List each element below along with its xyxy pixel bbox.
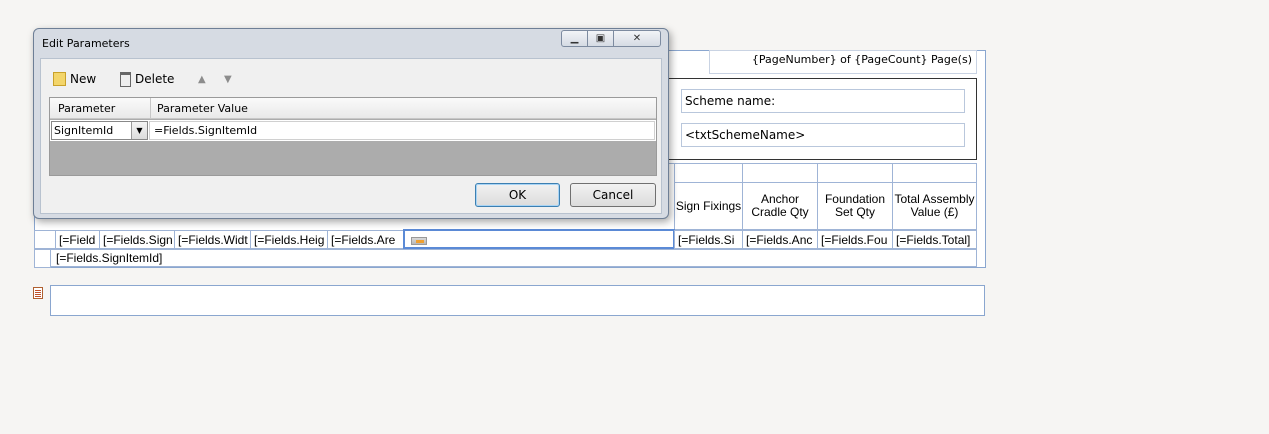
column-header-anchor-cradle-qty[interactable]: Anchor Cradle Qty — [742, 182, 818, 230]
table-cell[interactable]: [=Fields.Widt — [174, 230, 251, 249]
delete-icon — [120, 71, 131, 87]
table-group-header — [674, 163, 977, 183]
new-button-label: New — [70, 72, 97, 86]
cancel-button[interactable]: Cancel — [570, 183, 656, 207]
table-cell[interactable]: [=Fields.Are — [327, 230, 404, 249]
scheme-name-field[interactable]: <txtSchemeName> — [681, 123, 965, 147]
dropdown-button[interactable]: ▼ — [131, 122, 147, 139]
column-header-total-assembly-value[interactable]: Total Assembly Value (£) — [892, 182, 977, 230]
chevron-down-icon: ▼ — [136, 126, 143, 135]
grid-header: Parameter Parameter Value — [50, 98, 656, 119]
column-header-foundation-set-qty[interactable]: Foundation Set Qty — [817, 182, 893, 230]
table-cell[interactable]: [=Field — [55, 230, 100, 249]
new-button[interactable]: New — [53, 70, 96, 88]
col-divider — [817, 163, 818, 183]
dialog-body: New Delete ▲ ▼ Parameter Parameter Value… — [40, 58, 662, 214]
table-cell[interactable]: [=Fields.Sign — [99, 230, 175, 249]
maximize-icon: ▣ — [595, 33, 606, 44]
minimize-icon: ▁ — [570, 33, 579, 44]
close-button[interactable]: ✕ — [613, 30, 661, 47]
edit-parameters-dialog: Edit Parameters ▁ ▣ ✕ New Delete ▲ ▼ Par… — [33, 28, 669, 219]
parameter-value-input[interactable]: =Fields.SignItemId — [149, 121, 655, 140]
minimize-button[interactable]: ▁ — [561, 30, 588, 47]
table-cell[interactable]: [=Fields.Si — [674, 230, 743, 249]
grid-row[interactable]: SignItemId ▼ =Fields.SignItemId — [50, 120, 656, 141]
arrow-down-icon: ▼ — [224, 73, 232, 85]
delete-button-label: Delete — [135, 72, 175, 86]
dialog-titlebar[interactable]: Edit Parameters ▁ ▣ ✕ — [34, 29, 668, 55]
grid-header-parameter-value[interactable]: Parameter Value — [157, 102, 248, 115]
move-up-button[interactable]: ▲ — [198, 70, 206, 88]
table-cell[interactable]: [=Fields.Total] — [892, 230, 977, 249]
image-placeholder-icon — [411, 237, 427, 245]
arrow-up-icon: ▲ — [198, 73, 206, 85]
maximize-button[interactable]: ▣ — [587, 30, 614, 47]
col-divider — [892, 163, 893, 183]
parameter-name-value: SignItemId — [54, 124, 114, 137]
column-header-sign-fixings[interactable]: Sign Fixings — [674, 182, 743, 230]
page-number-textbox[interactable]: {PageNumber} of {PageCount} Page(s) — [709, 50, 977, 74]
col-divider — [742, 163, 743, 183]
group-row-cell[interactable]: [=Fields.SignItemId] — [50, 249, 977, 267]
parameter-name-select[interactable]: SignItemId ▼ — [51, 121, 148, 140]
scheme-name-label[interactable]: Scheme name: — [681, 89, 965, 113]
group-row-handle[interactable] — [34, 249, 51, 268]
document-icon — [33, 287, 43, 299]
grid-header-parameter[interactable]: Parameter — [58, 102, 115, 115]
table-cell[interactable]: [=Fields.Anc — [742, 230, 818, 249]
move-down-button[interactable]: ▼ — [224, 70, 232, 88]
ok-button[interactable]: OK — [475, 183, 560, 207]
report-footer-section[interactable] — [50, 285, 985, 316]
dialog-title: Edit Parameters — [42, 37, 130, 50]
new-icon — [53, 72, 66, 86]
parameters-grid: Parameter Parameter Value SignItemId ▼ =… — [49, 97, 657, 176]
delete-button[interactable]: Delete — [120, 70, 174, 88]
image-cell-selected[interactable] — [403, 229, 675, 249]
header-divider — [150, 98, 151, 119]
table-cell[interactable]: [=Fields.Heig — [250, 230, 328, 249]
table-cell[interactable]: [=Fields.Fou — [817, 230, 893, 249]
row-handle[interactable] — [34, 230, 56, 249]
close-icon: ✕ — [632, 33, 642, 44]
